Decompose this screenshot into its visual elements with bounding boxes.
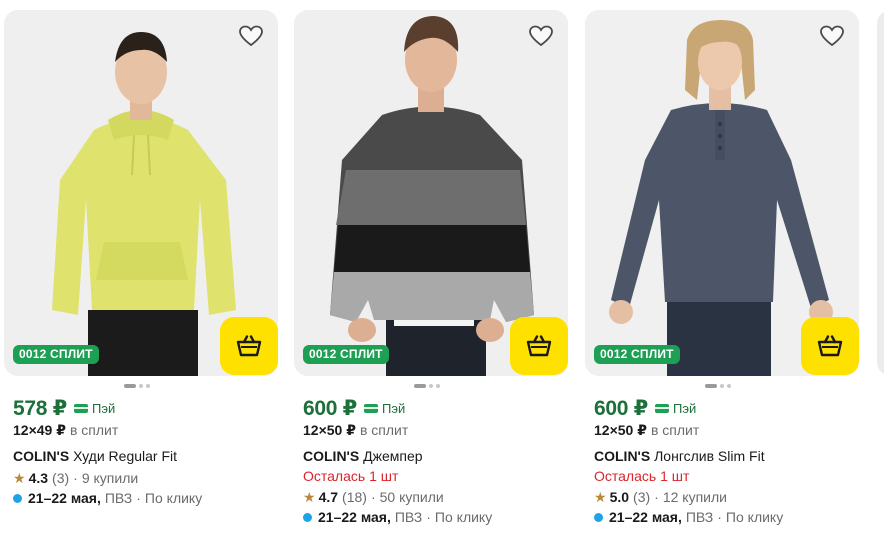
pickup-note: По клику <box>434 509 493 525</box>
split-note: в сплит <box>650 422 700 438</box>
review-count: (3) <box>52 470 70 486</box>
product-title[interactable]: COLIN'S Лонгслив Slim Fit <box>594 448 859 468</box>
product-title[interactable]: COLIN'S Худи Regular Fit <box>13 448 278 468</box>
separator: · <box>136 490 141 506</box>
heart-outline-icon[interactable] <box>819 24 845 48</box>
brand: COLIN'S <box>594 448 651 464</box>
product-photo[interactable]: 0012 СПЛИТ <box>585 10 859 376</box>
card-icon <box>73 403 88 413</box>
product-grid: 0012 СПЛИТ 578 ₽ Пэй 12×49 ₽ в сплит COL… <box>0 0 884 539</box>
product-card[interactable]: 0012 СПЛИТ 578 ₽ Пэй 12×49 ₽ в сплит COL… <box>4 10 278 530</box>
product-card[interactable]: 0012 СПЛИТ 600 ₽ Пэй 12×50 ₽ в сплит COL… <box>585 10 859 530</box>
rating-score: 4.3 <box>28 470 49 486</box>
add-to-cart-button[interactable] <box>510 317 568 375</box>
delivery-dates: 21–22 мая, <box>28 490 101 506</box>
pay-label: Пэй <box>91 400 116 416</box>
product-info: 600 ₽ Пэй 12×50 ₽ в сплит COLIN'S Джемпе… <box>303 396 568 527</box>
star-icon: ★ <box>303 488 316 505</box>
product-title[interactable]: COLIN'S Джемпер <box>303 448 568 468</box>
separator: · <box>426 509 431 525</box>
stock-warning: Осталась 1 шт <box>594 468 690 484</box>
separator: · <box>717 509 722 525</box>
rating-row: ★ 5.0 (3) · 12 купили <box>594 487 859 507</box>
pay-label: Пэй <box>381 400 406 416</box>
product-name: Джемпер <box>363 448 423 464</box>
split-badge: 0012 СПЛИТ <box>594 345 680 364</box>
bought-count: 50 купили <box>379 489 444 505</box>
pay-label: Пэй <box>672 400 697 416</box>
pickup-note: По клику <box>144 490 203 506</box>
review-count: (3) <box>633 489 651 505</box>
price: 600 ₽ <box>303 396 357 420</box>
photo-pager <box>124 384 150 388</box>
split-price: 12×50 ₽ <box>303 422 356 438</box>
split-row: 12×49 ₽ в сплит <box>13 422 278 442</box>
pickup-type: ПВЗ <box>394 509 423 525</box>
delivery-row: 21–22 мая, ПВЗ · По клику <box>13 488 278 508</box>
bought-count: 9 купили <box>81 470 139 486</box>
separator: · <box>654 489 659 505</box>
split-row: 12×50 ₽ в сплит <box>594 422 859 442</box>
product-name: Худи Regular Fit <box>73 448 178 464</box>
photo-pager <box>414 384 440 388</box>
photo-pager <box>705 384 731 388</box>
add-to-cart-button[interactable] <box>220 317 278 375</box>
price: 600 ₽ <box>594 396 648 420</box>
delivery-row: 21–22 мая, ПВЗ · По клику <box>594 507 859 527</box>
delivery-dot-icon <box>13 493 22 503</box>
heart-outline-icon[interactable] <box>528 24 554 48</box>
brand: COLIN'S <box>13 448 70 464</box>
split-row: 12×50 ₽ в сплит <box>303 422 568 442</box>
separator: · <box>370 489 376 505</box>
product-info: 600 ₽ Пэй 12×50 ₽ в сплит COLIN'S Лонгсл… <box>594 396 859 527</box>
separator: · <box>73 470 78 486</box>
split-price: 12×50 ₽ <box>594 422 647 438</box>
delivery-dot-icon <box>303 512 312 522</box>
basket-icon <box>236 335 262 357</box>
product-info: 578 ₽ Пэй 12×49 ₽ в сплит COLIN'S Худи R… <box>13 396 278 508</box>
product-photo[interactable]: 0012 СПЛИТ <box>294 10 568 376</box>
rating-row: ★ 4.3 (3) · 9 купили <box>13 468 278 488</box>
brand: COLIN'S <box>303 448 360 464</box>
product-name: Лонгслив Slim Fit <box>654 448 765 464</box>
rating-score: 5.0 <box>609 489 630 505</box>
delivery-dot-icon <box>594 512 603 522</box>
split-price: 12×49 ₽ <box>13 422 66 438</box>
pickup-type: ПВЗ <box>104 490 133 506</box>
delivery-dates: 21–22 мая, <box>318 509 391 525</box>
heart-outline-icon[interactable] <box>238 24 264 48</box>
basket-icon <box>817 335 843 357</box>
split-note: в сплит <box>69 422 119 438</box>
product-photo[interactable]: 0012 СПЛИТ <box>4 10 278 376</box>
delivery-dates: 21–22 мая, <box>609 509 682 525</box>
split-note: в сплит <box>359 422 409 438</box>
rating-score: 4.7 <box>318 489 339 505</box>
basket-icon <box>526 335 552 357</box>
card-icon <box>654 403 669 413</box>
add-to-cart-button[interactable] <box>801 317 859 375</box>
product-card[interactable]: 0012 СПЛИТ 600 ₽ Пэй 12×50 ₽ в сплит COL… <box>294 10 568 530</box>
stock-warning: Осталась 1 шт <box>303 468 399 484</box>
split-badge: 0012 СПЛИТ <box>13 345 99 364</box>
bought-count: 12 купили <box>662 489 727 505</box>
delivery-row: 21–22 мая, ПВЗ · По клику <box>303 507 568 527</box>
star-icon: ★ <box>13 469 26 486</box>
rating-row: ★ 4.7 (18) · 50 купили <box>303 487 568 507</box>
star-icon: ★ <box>594 488 607 505</box>
pickup-type: ПВЗ <box>685 509 714 525</box>
card-icon <box>363 403 378 413</box>
next-product-card-edge[interactable] <box>877 10 884 376</box>
split-badge: 0012 СПЛИТ <box>303 345 389 364</box>
price: 578 ₽ <box>13 396 67 420</box>
pickup-note: По клику <box>725 509 784 525</box>
review-count: (18) <box>342 489 367 505</box>
